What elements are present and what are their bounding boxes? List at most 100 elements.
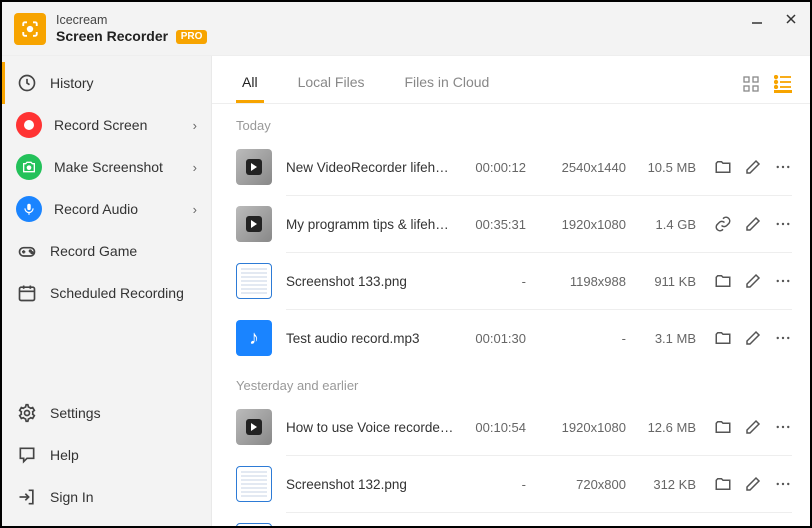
open-folder-icon[interactable] xyxy=(714,158,732,176)
tab-all[interactable]: All xyxy=(236,74,264,103)
open-folder-icon[interactable] xyxy=(714,272,732,290)
recordings-list: TodayNew VideoRecorder lifehacks.mp400:0… xyxy=(212,104,810,526)
sidebar-item-label: History xyxy=(50,75,94,91)
file-resolution: - xyxy=(526,331,626,346)
sidebar-item-label: Make Screenshot xyxy=(54,159,163,175)
image-thumbnail xyxy=(236,466,272,502)
tab-files-in-cloud[interactable]: Files in Cloud xyxy=(398,74,495,103)
list-item[interactable]: Screenshot 131.png-512x51222 KB xyxy=(230,515,792,526)
more-icon[interactable] xyxy=(774,158,792,176)
more-icon[interactable] xyxy=(774,475,792,493)
edit-icon[interactable] xyxy=(744,272,762,290)
file-duration: - xyxy=(456,274,526,289)
file-size: 312 KB xyxy=(626,477,696,492)
more-icon[interactable] xyxy=(774,418,792,436)
file-duration: 00:10:54 xyxy=(456,420,526,435)
file-name: How to use Voice recorder.mp4 xyxy=(286,420,456,435)
sidebar-item-record-game[interactable]: Record Game xyxy=(2,230,211,272)
edit-icon[interactable] xyxy=(744,158,762,176)
sidebar-item-sign-in[interactable]: Sign In xyxy=(2,476,211,518)
sidebar-item-history[interactable]: History xyxy=(2,62,211,104)
mic-icon xyxy=(16,196,42,222)
file-size: 10.5 MB xyxy=(626,160,696,175)
cam-icon xyxy=(16,154,42,180)
file-name: My programm tips & lifehacks.mp4 xyxy=(286,217,456,232)
app-title-line1: Icecream xyxy=(56,13,207,28)
sidebar-item-record-audio[interactable]: Record Audio › xyxy=(2,188,211,230)
file-resolution: 720x800 xyxy=(526,477,626,492)
file-duration: 00:00:12 xyxy=(456,160,526,175)
file-resolution: 1198x988 xyxy=(526,274,626,289)
video-thumbnail xyxy=(236,149,272,185)
game-icon xyxy=(16,240,38,262)
sidebar-item-label: Help xyxy=(50,447,79,463)
file-duration: 00:35:31 xyxy=(456,217,526,232)
minimize-button[interactable] xyxy=(750,12,766,26)
grid-view-icon[interactable] xyxy=(742,75,760,93)
list-item[interactable]: Screenshot 132.png-720x800312 KB xyxy=(230,458,792,510)
list-item[interactable]: New VideoRecorder lifehacks.mp400:00:122… xyxy=(230,141,792,193)
close-button[interactable] xyxy=(784,12,800,26)
signin-icon xyxy=(16,486,38,508)
file-resolution: 1920x1080 xyxy=(526,420,626,435)
sidebar-item-make-screenshot[interactable]: Make Screenshot › xyxy=(2,146,211,188)
sidebar: HistoryRecord Screen›Make Screenshot›Rec… xyxy=(2,56,212,526)
app-title: Icecream Screen Recorder PRO xyxy=(56,13,207,45)
sidebar-item-label: Record Screen xyxy=(54,117,147,133)
file-name: Screenshot 132.png xyxy=(286,477,456,492)
list-item[interactable]: Test audio record.mp300:01:30-3.1 MB xyxy=(230,312,792,364)
section-header: Yesterday and earlier xyxy=(230,364,792,401)
app-title-line2: Screen Recorder xyxy=(56,28,168,44)
file-size: 911 KB xyxy=(626,274,696,289)
open-folder-icon[interactable] xyxy=(714,475,732,493)
sidebar-item-scheduled-recording[interactable]: Scheduled Recording xyxy=(2,272,211,314)
help-icon xyxy=(16,444,38,466)
app-logo xyxy=(14,13,46,45)
video-thumbnail xyxy=(236,206,272,242)
audio-thumbnail xyxy=(236,320,272,356)
open-folder-icon[interactable] xyxy=(714,418,732,436)
sched-icon xyxy=(16,282,38,304)
image-thumbnail xyxy=(236,263,272,299)
open-folder-icon[interactable] xyxy=(714,329,732,347)
sidebar-item-help[interactable]: Help xyxy=(2,434,211,476)
edit-icon[interactable] xyxy=(744,215,762,233)
content: HistoryRecord Screen›Make Screenshot›Rec… xyxy=(2,56,810,526)
file-size: 12.6 MB xyxy=(626,420,696,435)
more-icon[interactable] xyxy=(774,329,792,347)
sidebar-item-label: Scheduled Recording xyxy=(50,285,184,301)
file-resolution: 2540x1440 xyxy=(526,160,626,175)
file-name: New VideoRecorder lifehacks.mp4 xyxy=(286,160,456,175)
sidebar-item-record-screen[interactable]: Record Screen› xyxy=(2,104,211,146)
edit-icon[interactable] xyxy=(744,418,762,436)
tabs: All Local Files Files in Cloud xyxy=(212,56,810,104)
edit-icon[interactable] xyxy=(744,475,762,493)
list-item[interactable]: My programm tips & lifehacks.mp400:35:31… xyxy=(230,198,792,250)
file-name: Screenshot 133.png xyxy=(286,274,456,289)
tab-local-files[interactable]: Local Files xyxy=(292,74,371,103)
sidebar-item-label: Sign In xyxy=(50,489,94,505)
history-icon xyxy=(16,72,38,94)
sidebar-item-label: Record Game xyxy=(50,243,137,259)
list-item[interactable]: How to use Voice recorder.mp400:10:54192… xyxy=(230,401,792,453)
more-icon[interactable] xyxy=(774,215,792,233)
more-icon[interactable] xyxy=(774,272,792,290)
settings-icon xyxy=(16,402,38,424)
video-thumbnail xyxy=(236,409,272,445)
chevron-right-icon: › xyxy=(193,202,197,217)
app-window: Icecream Screen Recorder PRO History Reco… xyxy=(0,0,812,528)
link-icon[interactable] xyxy=(714,215,732,233)
list-view-icon[interactable] xyxy=(774,75,792,93)
edit-icon[interactable] xyxy=(744,329,762,347)
file-resolution: 1920x1080 xyxy=(526,217,626,232)
file-name: Test audio record.mp3 xyxy=(286,331,456,346)
file-duration: - xyxy=(456,477,526,492)
sidebar-item-settings[interactable]: Settings xyxy=(2,392,211,434)
titlebar: Icecream Screen Recorder PRO xyxy=(2,2,810,56)
section-header: Today xyxy=(230,104,792,141)
reddot-icon xyxy=(16,112,42,138)
sidebar-item-label: Record Audio xyxy=(54,201,138,217)
chevron-right-icon: › xyxy=(193,160,197,175)
pro-badge: PRO xyxy=(176,30,208,44)
list-item[interactable]: Screenshot 133.png-1198x988911 KB xyxy=(230,255,792,307)
